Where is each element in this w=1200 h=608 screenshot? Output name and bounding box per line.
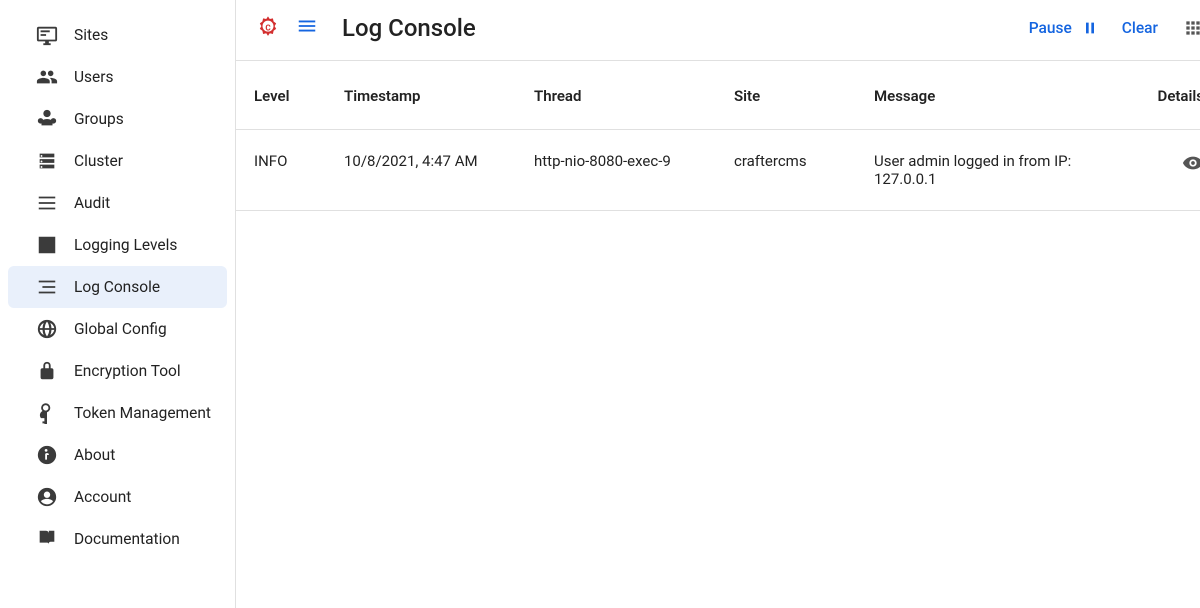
sidebar-item-cluster[interactable]: Cluster [8, 140, 227, 182]
users-icon [36, 66, 58, 88]
col-site: Site [734, 87, 874, 105]
sidebar-item-label: Sites [74, 26, 108, 44]
page-title: Log Console [342, 14, 476, 42]
cluster-icon [36, 150, 58, 172]
sidebar-item-token-management[interactable]: Token Management [8, 392, 227, 434]
groups-icon [36, 108, 58, 130]
sidebar-item-log-console[interactable]: Log Console [8, 266, 227, 308]
sidebar-item-encryption-tool[interactable]: Encryption Tool [8, 350, 227, 392]
sidebar-item-audit[interactable]: Audit [8, 182, 227, 224]
col-timestamp: Timestamp [344, 87, 534, 105]
eye-icon [1182, 152, 1200, 188]
lock-icon [36, 360, 58, 382]
svg-text:C: C [265, 22, 271, 32]
sidebar-item-label: About [74, 446, 115, 464]
sidebar-item-label: Encryption Tool [74, 362, 181, 380]
table-row: INFO 10/8/2021, 4:47 AM http-nio-8080-ex… [236, 130, 1200, 211]
col-message: Message [874, 87, 1134, 105]
pause-button[interactable]: Pause [1029, 19, 1098, 37]
cell-thread: http-nio-8080-exec-9 [534, 152, 734, 188]
col-details: Details [1134, 87, 1200, 105]
app-logo[interactable]: C [254, 14, 282, 42]
sidebar-item-label: Cluster [74, 152, 123, 170]
sidebar-item-documentation[interactable]: Documentation [8, 518, 227, 560]
sidebar-item-label: Audit [74, 194, 110, 212]
cell-level: INFO [254, 152, 344, 188]
sidebar-item-label: Documentation [74, 530, 180, 548]
about-icon [36, 444, 58, 466]
table-header: Level Timestamp Thread Site Message Deta… [236, 61, 1200, 130]
sidebar-item-account[interactable]: Account [8, 476, 227, 518]
sidebar-item-about[interactable]: About [8, 434, 227, 476]
cell-message: User admin logged in from IP: 127.0.0.1 [874, 152, 1134, 188]
cell-timestamp: 10/8/2021, 4:47 AM [344, 152, 534, 188]
clear-label: Clear [1122, 19, 1158, 37]
sidebar-item-users[interactable]: Users [8, 56, 227, 98]
log-table: Level Timestamp Thread Site Message Deta… [236, 61, 1200, 211]
globe-icon [36, 318, 58, 340]
sidebar: Sites Users Groups Cluster Audit [0, 0, 236, 608]
sidebar-item-label: Account [74, 488, 131, 506]
cell-site: craftercms [734, 152, 874, 188]
apps-icon[interactable] [1182, 17, 1200, 39]
sidebar-item-label: Global Config [74, 320, 167, 338]
pause-label: Pause [1029, 19, 1072, 37]
details-button[interactable] [1134, 152, 1200, 188]
col-thread: Thread [534, 87, 734, 105]
col-level: Level [254, 87, 344, 105]
sidebar-item-label: Users [74, 68, 114, 86]
sidebar-item-logging-levels[interactable]: Logging Levels [8, 224, 227, 266]
log-console-icon [36, 276, 58, 298]
sidebar-item-sites[interactable]: Sites [8, 14, 227, 56]
topbar: C Log Console Pause Clear [236, 0, 1200, 61]
key-icon [36, 402, 58, 424]
audit-icon [36, 192, 58, 214]
account-icon [36, 486, 58, 508]
sidebar-item-label: Log Console [74, 278, 160, 296]
sites-icon [36, 24, 58, 46]
logging-levels-icon [36, 234, 58, 256]
documentation-icon [36, 528, 58, 550]
sidebar-item-label: Logging Levels [74, 236, 177, 254]
clear-button[interactable]: Clear [1122, 19, 1158, 37]
hamburger-icon[interactable] [296, 15, 318, 41]
sidebar-item-label: Token Management [74, 404, 211, 422]
sidebar-item-label: Groups [74, 110, 124, 128]
sidebar-item-groups[interactable]: Groups [8, 98, 227, 140]
sidebar-item-global-config[interactable]: Global Config [8, 308, 227, 350]
